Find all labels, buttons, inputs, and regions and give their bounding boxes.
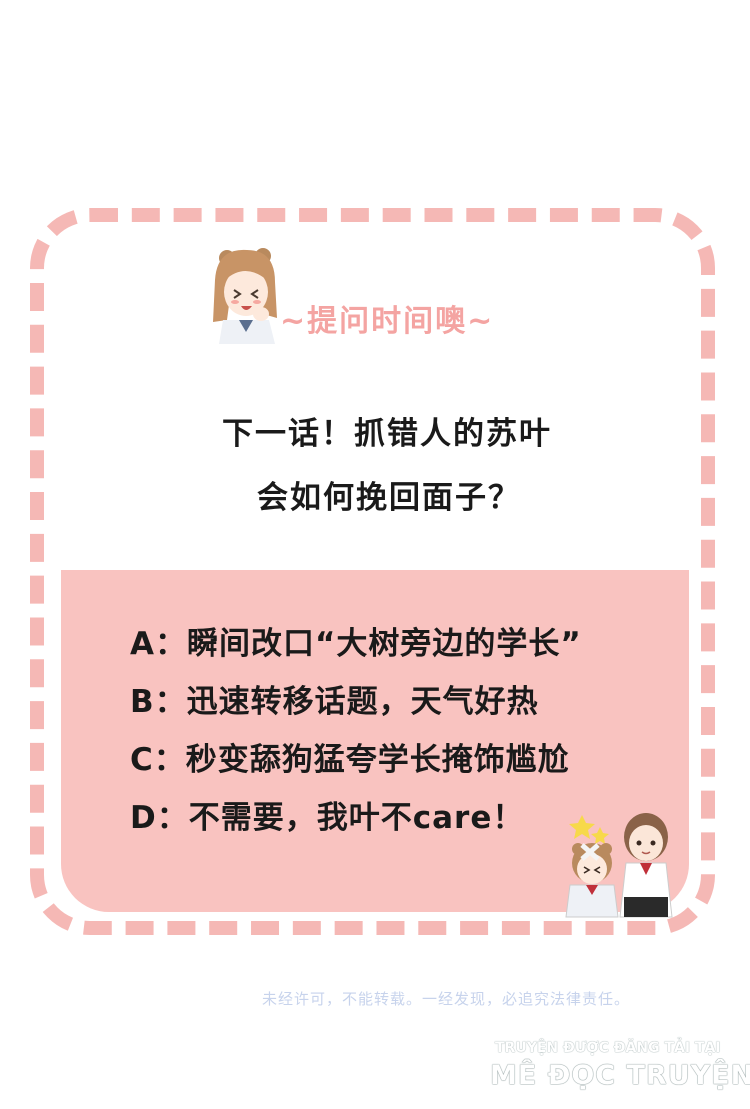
copyright-notice: 未经许可，不能转载。一经发现，必追究法律责任。	[262, 990, 631, 1008]
option-c: C：秒变舔狗猛夸学长掩饰尴尬	[130, 742, 570, 778]
girl-illustration	[213, 248, 277, 344]
question-line-1: 下一话！抓错人的苏叶	[222, 416, 552, 452]
question-line-2: 会如何挽回面子？	[257, 480, 521, 516]
question-header: ~提问时间噢~	[200, 240, 540, 350]
header-title: ~提问时间噢~	[280, 304, 495, 339]
watermark-line-2: MÊ ĐỌC TRUYỆN	[490, 1060, 750, 1091]
option-a: A：瞬间改口“大树旁边的学长”	[130, 626, 582, 662]
option-b: B：迅速转移话题，天气好热	[130, 684, 539, 720]
watermark-line-1: TRUYỆN ĐƯỢC ĐĂNG TẢI TẠI	[495, 1040, 721, 1056]
chibi-characters-illustration	[565, 813, 673, 918]
